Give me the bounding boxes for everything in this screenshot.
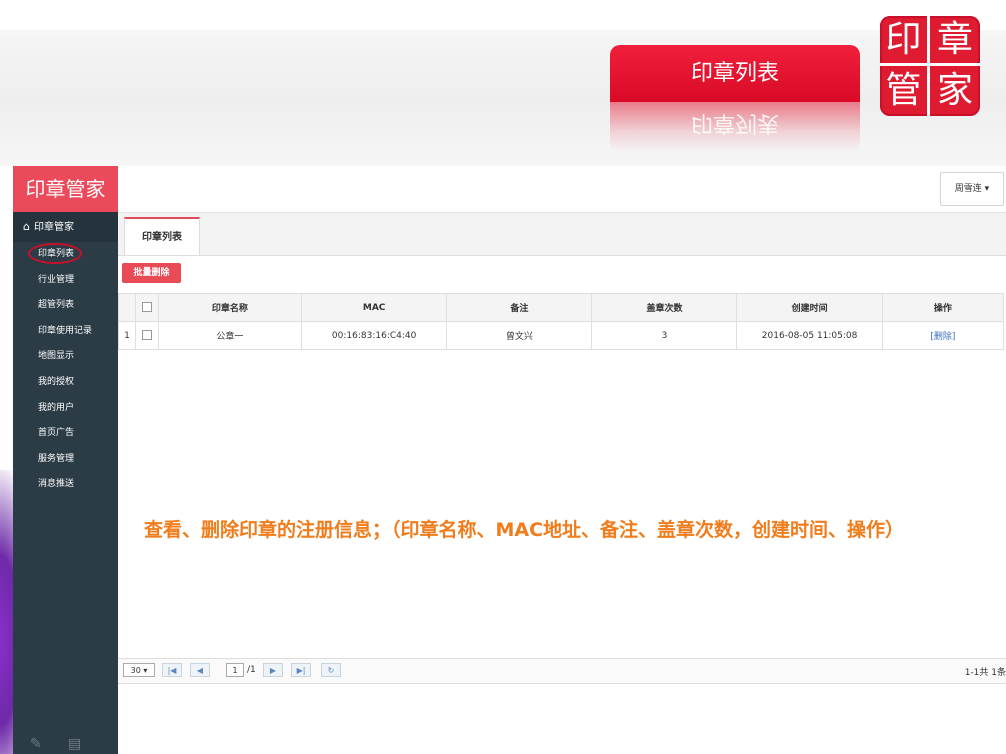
home-icon: ⌂ — [23, 220, 30, 233]
total-pages: /1 — [247, 665, 256, 675]
sidebar-section-label: 印章管家 — [33, 222, 74, 233]
pagination-bar: 30 ▾ |◀ ◀ 1 /1 ▶ ▶| ↻ 1-1共 1条 — [118, 658, 1006, 684]
column-header[interactable]: 印章名称 — [157, 293, 302, 322]
column-header[interactable]: 备注 — [446, 293, 593, 322]
sidebar-item-super-admin[interactable]: 超管列表 — [13, 293, 118, 319]
sidebar-item-usage-records[interactable]: 印章使用记录 — [13, 319, 118, 345]
sidebar-item-label: 我的用户 — [38, 402, 75, 413]
tab-bar: 印章列表 — [118, 213, 1006, 256]
sidebar-item-label: 印章使用记录 — [38, 325, 93, 336]
top-navbar: 周雪连 ▾ — [118, 166, 1006, 213]
cell-note: 曾文兴 — [446, 321, 593, 350]
seal-table: 印章名称 MAC 备注 盖章次数 创建时间 操作 1 公章一 00:16:83:… — [118, 293, 1006, 350]
sidebar-item-label: 地图显示 — [38, 351, 75, 362]
sidebar-item-home-ads[interactable]: 首页广告 — [13, 421, 118, 447]
page-number-input[interactable]: 1 — [226, 663, 244, 677]
sidebar-item-map[interactable]: 地图显示 — [13, 344, 118, 370]
cell-count: 3 — [591, 321, 738, 350]
last-page-icon[interactable]: ▶| — [291, 663, 311, 677]
first-page-icon[interactable]: |◀ — [162, 663, 182, 677]
seal-char: 印 — [880, 16, 930, 66]
slide-annotation: 查看、删除印章的注册信息；（印章名称、MAC地址、备注、盖章次数，创建时间、操作… — [144, 519, 905, 541]
pen-icon: ✎ — [30, 736, 42, 752]
cell-name: 公章一 — [157, 321, 302, 350]
sidebar-item-label: 我的授权 — [38, 376, 75, 387]
next-page-icon[interactable]: ▶ — [263, 663, 283, 677]
slide-toolbar-icons: ✎ ▤ — [0, 736, 118, 754]
user-dropdown[interactable]: 周雪连 ▾ — [940, 172, 1004, 206]
row-number: 1 — [118, 321, 136, 350]
pager-summary: 1-1共 1条 — [964, 668, 1006, 678]
sidebar-item-service[interactable]: 服务管理 — [13, 447, 118, 473]
seal-char: 管 — [880, 66, 930, 116]
cell-created: 2016-08-05 11:05:08 — [736, 321, 883, 350]
sidebar-item-label: 消息推送 — [38, 479, 75, 490]
slide-title-reflection: 印章列表 — [610, 102, 860, 152]
highlight-circle — [28, 243, 82, 264]
seal-char: 章 — [930, 16, 980, 66]
batch-delete-button[interactable]: 批量删除 — [122, 263, 181, 283]
seal-char: 家 — [936, 70, 973, 111]
sidebar-section-header[interactable]: ⌂ 印章管家 — [13, 212, 118, 242]
sidebar-item-label: 首页广告 — [38, 428, 75, 439]
sidebar-item-industry[interactable]: 行业管理 — [13, 268, 118, 294]
sidebar-item-label: 行业管理 — [38, 274, 75, 285]
refresh-icon[interactable]: ↻ — [321, 663, 341, 677]
row-select-cell — [134, 321, 159, 350]
sidebar-item-authorization[interactable]: 我的授权 — [13, 370, 118, 396]
delete-link[interactable]: [删除] — [930, 332, 955, 342]
page-size-select[interactable]: 30 ▾ — [123, 663, 155, 677]
slide-title-ribbon: 印章列表 — [610, 45, 860, 102]
tab-seal-list[interactable]: 印章列表 — [124, 217, 200, 255]
cell-action: [删除] — [881, 321, 1005, 350]
select-all-header — [134, 293, 159, 322]
slide-top-strip — [0, 0, 1006, 30]
prev-page-icon[interactable]: ◀ — [190, 663, 210, 677]
sidebar-item-label: 超管列表 — [38, 300, 75, 311]
table-header-row: 印章名称 MAC 备注 盖章次数 创建时间 操作 — [118, 293, 1005, 322]
column-header[interactable]: 盖章次数 — [591, 293, 738, 322]
sidebar-item-label: 服务管理 — [38, 453, 75, 464]
table-row[interactable]: 1 公章一 00:16:83:16:C4:40 曾文兴 3 2016-08-05… — [118, 321, 1005, 350]
column-header[interactable]: 操作 — [881, 293, 1005, 322]
sidebar-brand: 印章管家 — [13, 166, 118, 212]
slides-icon: ▤ — [68, 736, 82, 752]
brand-seal-logo: 印 章 管 家 — [880, 16, 980, 116]
row-number-header — [118, 293, 136, 322]
column-header[interactable]: MAC — [300, 293, 448, 322]
sidebar-item-seal-list[interactable]: 印章列表 — [13, 242, 118, 268]
row-checkbox[interactable] — [141, 330, 152, 341]
sidebar: 印章管家 ⌂ 印章管家 印章列表 行业管理 超管列表 印章使用记录 地图显示 我的… — [13, 166, 118, 754]
sidebar-item-users[interactable]: 我的用户 — [13, 396, 118, 422]
select-all-checkbox[interactable] — [141, 302, 152, 313]
sidebar-item-push[interactable]: 消息推送 — [13, 472, 118, 498]
main-panel: 周雪连 ▾ 印章列表 批量删除 印章名称 MAC 备注 盖章次数 创建时间 操作… — [118, 166, 1006, 754]
cell-mac: 00:16:83:16:C4:40 — [300, 321, 448, 350]
column-header[interactable]: 创建时间 — [736, 293, 883, 322]
